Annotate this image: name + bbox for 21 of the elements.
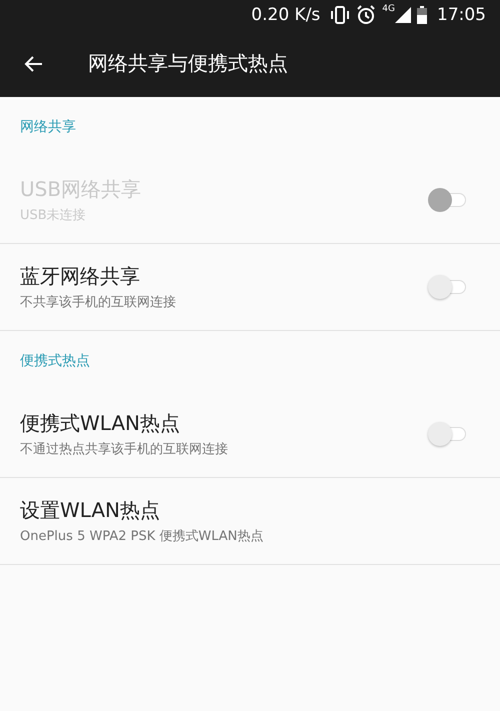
battery-icon bbox=[417, 6, 427, 24]
setting-title: 蓝牙网络共享 bbox=[20, 263, 141, 290]
setting-subtitle: OnePlus 5 WPA2 PSK 便携式WLAN热点 bbox=[20, 528, 264, 545]
setting-title: 便携式WLAN热点 bbox=[20, 410, 182, 437]
section-header: 网络共享 bbox=[19, 118, 77, 137]
settings-row[interactable]: 设置WLAN热点 OnePlus 5 WPA2 PSK 便携式WLAN热点 bbox=[0, 478, 500, 565]
section-header: 便携式热点 bbox=[19, 352, 91, 371]
clock: 17:05 bbox=[437, 5, 486, 25]
alarm-icon bbox=[356, 5, 376, 25]
setting-title: 设置WLAN热点 bbox=[20, 497, 162, 524]
vibrate-icon bbox=[330, 6, 350, 24]
setting-subtitle: 不通过热点共享该手机的互联网连接 bbox=[20, 441, 229, 458]
toggle-switch[interactable] bbox=[428, 422, 468, 446]
setting-subtitle: 不共享该手机的互联网连接 bbox=[20, 294, 177, 311]
settings-row[interactable]: 蓝牙网络共享 不共享该手机的互联网连接 bbox=[0, 244, 500, 331]
settings-row[interactable]: 便携式WLAN热点 不通过热点共享该手机的互联网连接 bbox=[0, 391, 500, 478]
toggle-switch[interactable] bbox=[428, 275, 468, 299]
network-type: 4G bbox=[382, 4, 395, 14]
screen-title: 网络共享与便携式热点 bbox=[88, 50, 288, 77]
network-speed: 0.20 K/s bbox=[251, 5, 320, 25]
signal-icon bbox=[395, 7, 411, 23]
